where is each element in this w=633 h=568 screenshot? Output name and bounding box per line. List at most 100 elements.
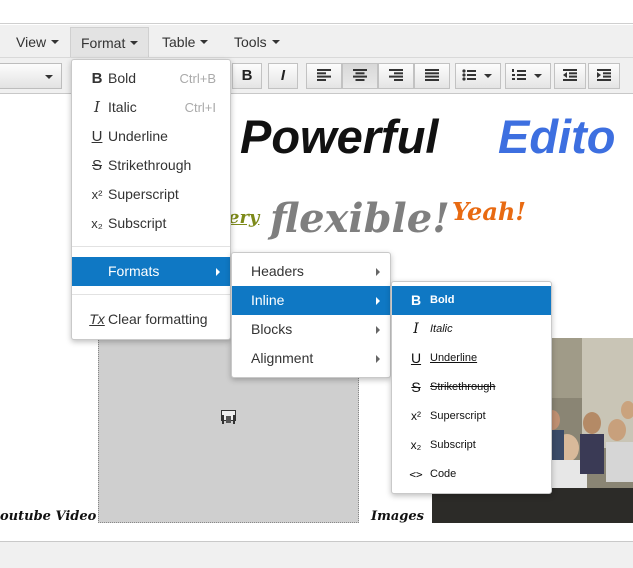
align-right-icon bbox=[389, 69, 403, 81]
align-center-button[interactable] bbox=[342, 63, 378, 89]
inline-submenu-label: Strikethrough bbox=[430, 381, 496, 393]
chevron-down-icon bbox=[271, 40, 280, 45]
formats-submenu-headers[interactable]: Headers bbox=[232, 257, 390, 286]
menu-view-label: View bbox=[16, 34, 47, 50]
code-icon: <> bbox=[409, 468, 423, 481]
menu-format[interactable]: Format bbox=[70, 27, 149, 57]
bold-button[interactable]: B bbox=[232, 63, 262, 89]
numbered-list-icon bbox=[512, 69, 542, 80]
format-menu-item-label: Superscript bbox=[108, 186, 179, 202]
chevron-right-icon bbox=[376, 326, 380, 334]
caption-images: Images bbox=[371, 509, 424, 524]
text-yeah: Yeah! bbox=[452, 197, 526, 226]
inline-submenu-label: Code bbox=[430, 468, 457, 480]
inline-submenu-label: Underline bbox=[430, 352, 478, 364]
formats-submenu-alignment[interactable]: Alignment bbox=[232, 344, 390, 373]
shortcut-label: Ctrl+B bbox=[179, 71, 216, 86]
chevron-right-icon bbox=[216, 268, 220, 276]
outdent-button[interactable] bbox=[554, 63, 586, 89]
inline-submenu-code[interactable]: <> Code bbox=[392, 460, 551, 489]
formats-submenu-blocks[interactable]: Blocks bbox=[232, 315, 390, 344]
italic-button-label: I bbox=[280, 67, 286, 84]
format-menu-item-label: Italic bbox=[108, 99, 137, 115]
menu-tools-label: Tools bbox=[234, 34, 267, 50]
inline-submenu-label: Subscript bbox=[430, 439, 476, 451]
inline-submenu: B Bold I Italic U Underline S Strikethro… bbox=[391, 281, 552, 494]
format-menu-item-label: Bold bbox=[108, 70, 137, 86]
align-center-icon bbox=[353, 69, 367, 81]
format-menu-item-bold[interactable]: B Bold Ctrl+B bbox=[72, 64, 230, 93]
chevron-right-icon bbox=[376, 268, 380, 276]
chevron-right-icon bbox=[376, 297, 380, 305]
strikethrough-icon: S bbox=[91, 157, 102, 174]
format-menu-item-superscript[interactable]: x² Superscript bbox=[72, 180, 230, 209]
format-menu-item-strikethrough[interactable]: S Strikethrough bbox=[72, 151, 230, 180]
format-menu-item-italic[interactable]: I Italic Ctrl+I bbox=[72, 93, 230, 122]
inline-submenu-label: Superscript bbox=[430, 410, 486, 422]
format-menu-item-clear-formatting[interactable]: Tx Clear formatting bbox=[72, 305, 230, 334]
format-menu-item-label: Underline bbox=[108, 128, 168, 144]
format-menu: B Bold Ctrl+B I Italic Ctrl+I U Underlin… bbox=[71, 59, 231, 340]
clear-formatting-icon: Tx bbox=[89, 311, 105, 327]
italic-icon: I bbox=[94, 98, 100, 116]
menu-table[interactable]: Table bbox=[152, 27, 218, 57]
menu-view[interactable]: View bbox=[6, 27, 69, 57]
bold-icon: B bbox=[91, 70, 103, 87]
shortcut-label: Ctrl+I bbox=[184, 100, 216, 115]
chevron-down-icon bbox=[45, 75, 53, 79]
bullet-list-icon bbox=[462, 69, 492, 81]
inline-submenu-superscript[interactable]: x² Superscript bbox=[392, 402, 551, 431]
strikethrough-icon: S bbox=[411, 379, 421, 395]
bold-icon: B bbox=[410, 292, 422, 308]
inline-submenu-label: Italic bbox=[430, 323, 453, 335]
superscript-icon: x² bbox=[91, 187, 103, 202]
inline-submenu-label: Bold bbox=[430, 294, 455, 306]
formats-submenu-label: Alignment bbox=[251, 350, 314, 366]
italic-button[interactable]: I bbox=[268, 63, 298, 89]
indent-icon bbox=[597, 69, 611, 81]
headline-editor: Edito bbox=[498, 110, 616, 163]
menu-tools[interactable]: Tools bbox=[224, 27, 290, 57]
chevron-down-icon bbox=[200, 40, 209, 45]
underline-icon: U bbox=[410, 350, 422, 366]
indent-button[interactable] bbox=[588, 63, 620, 89]
numbered-list-button[interactable] bbox=[505, 63, 551, 89]
text-flexible: flexible! bbox=[270, 195, 450, 242]
chevron-down-icon bbox=[130, 41, 139, 46]
align-left-button[interactable] bbox=[306, 63, 342, 89]
subscript-icon: x₂ bbox=[91, 216, 103, 231]
inline-submenu-strikethrough[interactable]: S Strikethrough bbox=[392, 373, 551, 402]
format-menu-item-label: Strikethrough bbox=[108, 157, 192, 173]
formats-submenu-label: Inline bbox=[251, 292, 285, 308]
inline-submenu-subscript[interactable]: x₂ Subscript bbox=[392, 431, 551, 460]
format-menu-item-subscript[interactable]: x₂ Subscript bbox=[72, 209, 230, 238]
inline-submenu-bold[interactable]: B Bold bbox=[392, 286, 551, 315]
align-right-button[interactable] bbox=[378, 63, 414, 89]
bullet-list-button[interactable] bbox=[455, 63, 501, 89]
format-menu-item-formats[interactable]: Formats bbox=[72, 257, 230, 286]
format-menu-item-label: Subscript bbox=[108, 215, 167, 231]
menubar: View Format Table Tools bbox=[0, 25, 633, 58]
chevron-right-icon bbox=[376, 355, 380, 363]
headline-powerful: Powerful bbox=[240, 110, 439, 163]
caption-youtube-video: outube Video bbox=[0, 509, 97, 524]
inline-submenu-italic[interactable]: I Italic bbox=[392, 315, 551, 344]
align-justify-icon bbox=[425, 69, 439, 81]
formats-submenu: Headers Inline Blocks Alignment bbox=[231, 252, 391, 378]
inline-submenu-underline[interactable]: U Underline bbox=[392, 344, 551, 373]
bold-button-label: B bbox=[241, 67, 253, 84]
formats-submenu-inline[interactable]: Inline bbox=[232, 286, 390, 315]
align-justify-button[interactable] bbox=[414, 63, 450, 89]
format-menu-item-label: Formats bbox=[108, 263, 160, 279]
text-very: ery bbox=[228, 207, 260, 228]
editor-window: View Format Table Tools B I Powerful Edi… bbox=[0, 0, 633, 568]
menu-format-label: Format bbox=[81, 35, 126, 51]
menu-divider bbox=[72, 246, 230, 247]
outdent-icon bbox=[563, 69, 577, 81]
status-bar bbox=[0, 541, 633, 568]
font-size-select[interactable] bbox=[0, 63, 62, 89]
format-menu-item-underline[interactable]: U Underline bbox=[72, 122, 230, 151]
formats-submenu-label: Blocks bbox=[251, 321, 293, 337]
format-menu-item-label: Clear formatting bbox=[108, 311, 208, 327]
top-strip bbox=[0, 0, 633, 24]
